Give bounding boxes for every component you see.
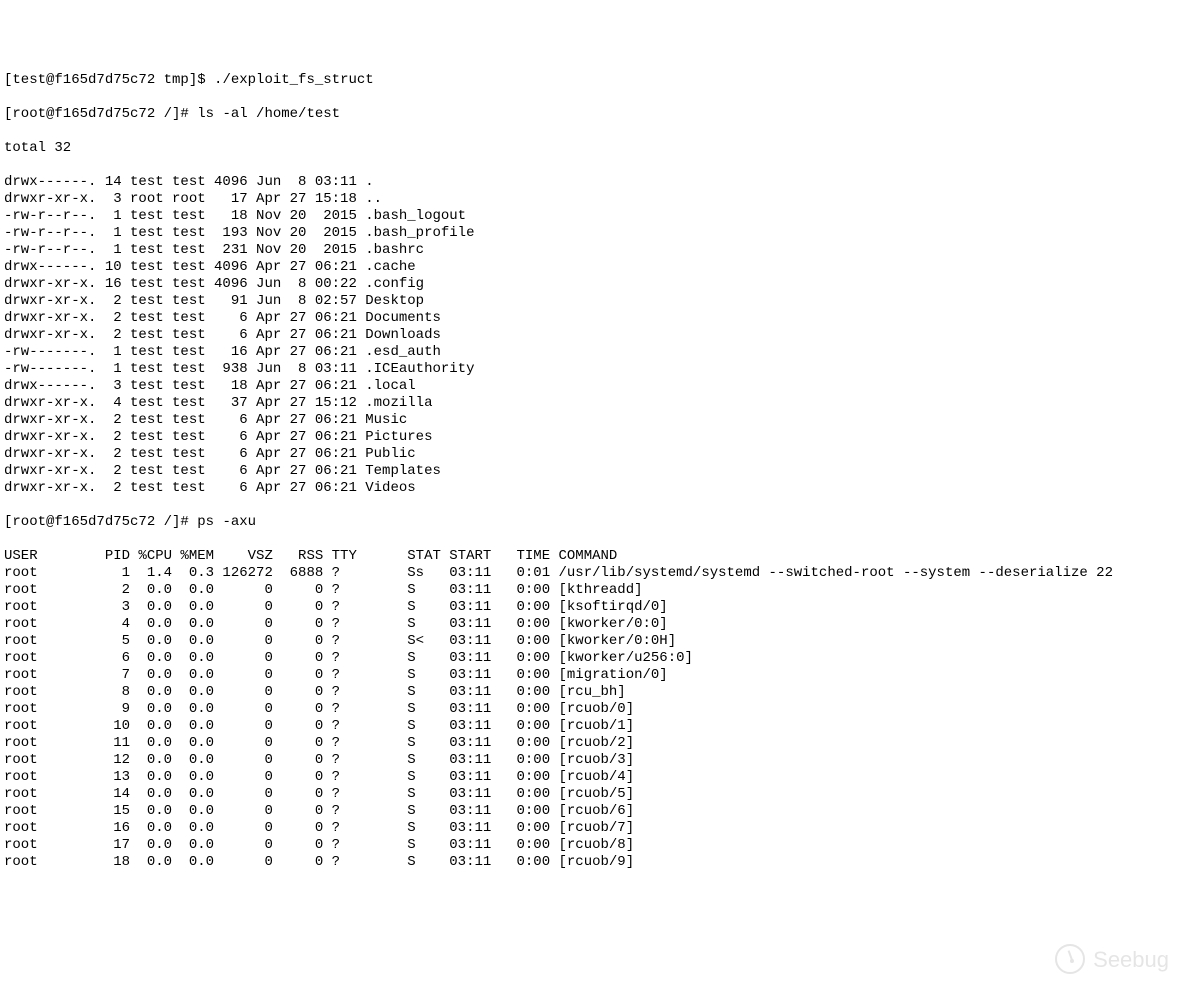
ls-row: drwxr-xr-x. 2 test test 6 Apr 27 06:21 P… [4,446,1195,463]
ps-row: root 2 0.0 0.0 0 0 ? S 03:11 0:00 [kthre… [4,582,1195,599]
ls-row: drwxr-xr-x. 2 test test 91 Jun 8 02:57 D… [4,293,1195,310]
ps-row: root 9 0.0 0.0 0 0 ? S 03:11 0:00 [rcuob… [4,701,1195,718]
ls-row: drwxr-xr-x. 2 test test 6 Apr 27 06:21 T… [4,463,1195,480]
ls-total: total 32 [4,140,1195,157]
ls-output: drwx------. 14 test test 4096 Jun 8 03:1… [4,174,1195,497]
prompt-line-ps[interactable]: [root@f165d7d75c72 /]# ps -axu [4,514,1195,531]
prompt-line-ls[interactable]: [root@f165d7d75c72 /]# ls -al /home/test [4,106,1195,123]
ls-row: drwxr-xr-x. 2 test test 6 Apr 27 06:21 M… [4,412,1195,429]
ps-row: root 18 0.0 0.0 0 0 ? S 03:11 0:00 [rcuo… [4,854,1195,871]
ps-row: root 3 0.0 0.0 0 0 ? S 03:11 0:00 [ksoft… [4,599,1195,616]
ls-row: drwxr-xr-x. 2 test test 6 Apr 27 06:21 D… [4,310,1195,327]
ls-row: drwxr-xr-x. 3 root root 17 Apr 27 15:18 … [4,191,1195,208]
seebug-icon [1055,944,1085,974]
ps-row: root 13 0.0 0.0 0 0 ? S 03:11 0:00 [rcuo… [4,769,1195,786]
cmd-ls: ls -al /home/test [197,106,340,122]
cmd-ps: ps -axu [197,514,256,530]
watermark: Seebug [1055,944,1169,974]
ps-row: root 5 0.0 0.0 0 0 ? S< 03:11 0:00 [kwor… [4,633,1195,650]
prompt-line-exploit[interactable]: [test@f165d7d75c72 tmp]$ ./exploit_fs_st… [4,72,1195,89]
ls-row: drwx------. 14 test test 4096 Jun 8 03:1… [4,174,1195,191]
ls-row: drwxr-xr-x. 16 test test 4096 Jun 8 00:2… [4,276,1195,293]
root-prompt: [root@f165d7d75c72 /]# [4,106,197,122]
ps-row: root 16 0.0 0.0 0 0 ? S 03:11 0:00 [rcuo… [4,820,1195,837]
ls-row: drwx------. 10 test test 4096 Apr 27 06:… [4,259,1195,276]
ps-row: root 7 0.0 0.0 0 0 ? S 03:11 0:00 [migra… [4,667,1195,684]
ls-row: -rw-r--r--. 1 test test 193 Nov 20 2015 … [4,225,1195,242]
ps-row: root 1 1.4 0.3 126272 6888 ? Ss 03:11 0:… [4,565,1195,582]
ls-row: -rw-------. 1 test test 16 Apr 27 06:21 … [4,344,1195,361]
ps-row: root 15 0.0 0.0 0 0 ? S 03:11 0:00 [rcuo… [4,803,1195,820]
ls-row: drwxr-xr-x. 2 test test 6 Apr 27 06:21 P… [4,429,1195,446]
ps-row: root 17 0.0 0.0 0 0 ? S 03:11 0:00 [rcuo… [4,837,1195,854]
ls-row: drwx------. 3 test test 18 Apr 27 06:21 … [4,378,1195,395]
ps-row: root 12 0.0 0.0 0 0 ? S 03:11 0:00 [rcuo… [4,752,1195,769]
ls-row: drwxr-xr-x. 4 test test 37 Apr 27 15:12 … [4,395,1195,412]
ps-output: USER PID %CPU %MEM VSZ RSS TTY STAT STAR… [4,548,1195,871]
test-prompt: [test@f165d7d75c72 tmp]$ [4,72,214,88]
ps-row: root 8 0.0 0.0 0 0 ? S 03:11 0:00 [rcu_b… [4,684,1195,701]
ps-header: USER PID %CPU %MEM VSZ RSS TTY STAT STAR… [4,548,1195,565]
ls-row: -rw-------. 1 test test 938 Jun 8 03:11 … [4,361,1195,378]
ps-row: root 10 0.0 0.0 0 0 ? S 03:11 0:00 [rcuo… [4,718,1195,735]
ls-row: -rw-r--r--. 1 test test 18 Nov 20 2015 .… [4,208,1195,225]
ls-row: -rw-r--r--. 1 test test 231 Nov 20 2015 … [4,242,1195,259]
ps-row: root 6 0.0 0.0 0 0 ? S 03:11 0:00 [kwork… [4,650,1195,667]
ls-row: drwxr-xr-x. 2 test test 6 Apr 27 06:21 D… [4,327,1195,344]
ls-row: drwxr-xr-x. 2 test test 6 Apr 27 06:21 V… [4,480,1195,497]
root-prompt: [root@f165d7d75c72 /]# [4,514,197,530]
watermark-text: Seebug [1093,951,1169,968]
ps-row: root 4 0.0 0.0 0 0 ? S 03:11 0:00 [kwork… [4,616,1195,633]
cmd-exploit: ./exploit_fs_struct [214,72,374,88]
ps-row: root 14 0.0 0.0 0 0 ? S 03:11 0:00 [rcuo… [4,786,1195,803]
ps-row: root 11 0.0 0.0 0 0 ? S 03:11 0:00 [rcuo… [4,735,1195,752]
